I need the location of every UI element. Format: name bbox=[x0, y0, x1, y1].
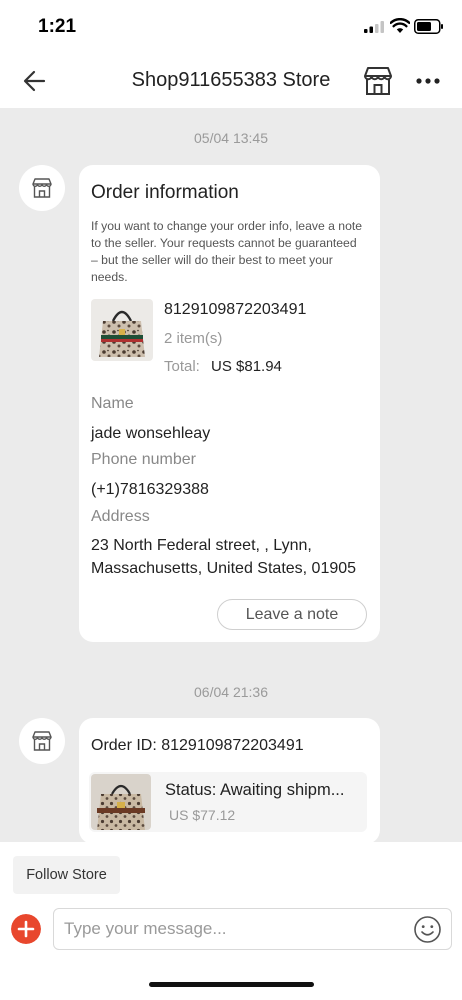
store-avatar[interactable] bbox=[19, 718, 65, 764]
plus-icon[interactable] bbox=[11, 914, 41, 944]
total-label: Total: bbox=[164, 358, 200, 375]
order-status-box[interactable]: Status: Awaiting shipm... US $77.12 bbox=[89, 772, 367, 832]
follow-store-button[interactable]: Follow Store bbox=[13, 856, 120, 894]
item-count: 2 item(s) bbox=[164, 330, 223, 347]
message-timestamp: 06/04 21:36 bbox=[194, 684, 268, 700]
leave-a-note-button[interactable]: Leave a note bbox=[217, 599, 367, 630]
nav-bar: Shop911655383 Store bbox=[0, 54, 462, 108]
address-label: Address bbox=[91, 508, 150, 525]
battery-icon bbox=[414, 19, 443, 34]
home-indicator bbox=[149, 982, 314, 987]
total-value: US $81.94 bbox=[211, 358, 282, 375]
shop-icon bbox=[32, 731, 52, 751]
name-value: jade wonsehleay bbox=[91, 425, 211, 442]
name-label: Name bbox=[91, 395, 134, 412]
status-bar: 1:21 bbox=[0, 0, 462, 54]
back-arrow-icon[interactable] bbox=[20, 66, 50, 96]
phone-label: Phone number bbox=[91, 451, 196, 468]
more-icon[interactable] bbox=[413, 68, 443, 94]
card-title: Order information bbox=[91, 182, 239, 203]
message-input[interactable] bbox=[64, 916, 404, 942]
store-avatar[interactable] bbox=[19, 165, 65, 211]
message-composer: Follow Store bbox=[0, 842, 462, 1000]
shop-icon bbox=[32, 178, 52, 198]
store-title: Shop911655383 Store bbox=[131, 69, 331, 91]
signal-icon bbox=[364, 21, 384, 33]
message-box bbox=[53, 908, 452, 950]
store-icon[interactable] bbox=[361, 64, 395, 98]
order-id: Order ID: 8129109872203491 bbox=[91, 737, 304, 754]
emoji-icon[interactable] bbox=[413, 915, 442, 944]
product-thumbnail bbox=[91, 774, 151, 830]
message-timestamp: 05/04 13:45 bbox=[194, 130, 268, 146]
order-status: Status: Awaiting shipm... bbox=[165, 781, 345, 799]
order-information-card: Order information If you want to change … bbox=[79, 165, 380, 642]
product-thumbnail[interactable] bbox=[91, 299, 153, 361]
address-value: 23 North Federal street, , Lynn, Massach… bbox=[91, 537, 357, 577]
order-price: US $77.12 bbox=[169, 807, 236, 823]
phone-value: (+1)7816329388 bbox=[91, 481, 209, 498]
order-status-card[interactable]: Order ID: 8129109872203491 Status: Await… bbox=[79, 718, 380, 844]
order-note-text: If you want to change your order info, l… bbox=[91, 219, 363, 284]
order-number: 8129109872203491 bbox=[164, 301, 307, 318]
wifi-icon bbox=[390, 18, 410, 33]
status-time: 1:21 bbox=[38, 16, 77, 37]
